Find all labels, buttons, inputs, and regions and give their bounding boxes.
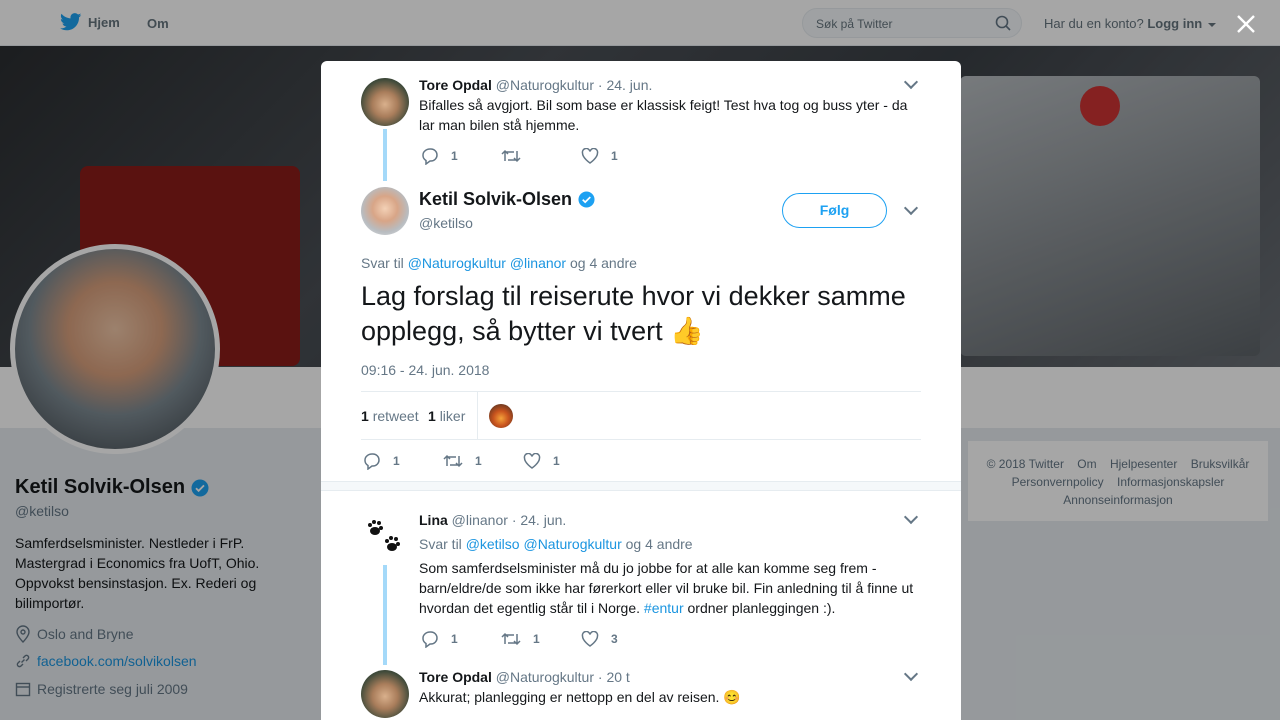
reply-count: 1: [393, 454, 400, 468]
retweet-icon: [501, 632, 521, 646]
tweet-actions: 1 1 1: [363, 452, 560, 470]
author-name[interactable]: Tore Opdal: [419, 669, 492, 685]
retweet-button[interactable]: [501, 148, 581, 164]
retweet-stat[interactable]: 1 retweet: [361, 408, 419, 424]
close-icon[interactable]: [1236, 14, 1256, 34]
retweet-stat-label: retweet: [372, 408, 419, 424]
avatar[interactable]: [361, 78, 409, 126]
like-stat[interactable]: 1 liker: [428, 408, 465, 424]
main-author-handle[interactable]: @ketilso: [419, 215, 473, 231]
retweet-button[interactable]: 1: [501, 631, 581, 647]
reply-button[interactable]: 1: [421, 630, 501, 648]
section-divider: [321, 481, 961, 491]
avatar[interactable]: [361, 513, 409, 561]
tweet-header: Lina @linanor · 24. jun.: [419, 512, 566, 528]
reply-suffix[interactable]: og 4 andre: [570, 255, 637, 271]
reply-button[interactable]: 1: [421, 147, 501, 165]
heart-icon: [581, 148, 599, 164]
author-handle[interactable]: @Naturogkultur: [496, 77, 594, 93]
thread-line: [383, 565, 387, 665]
main-author-name[interactable]: Ketil Solvik-Olsen: [419, 189, 595, 210]
heart-icon: [523, 453, 541, 469]
mention-link[interactable]: @Naturogkultur: [408, 255, 506, 271]
chevron-down-icon[interactable]: [903, 666, 919, 682]
tweet-date[interactable]: · 20 t: [598, 669, 630, 685]
author-name[interactable]: Tore Opdal: [419, 77, 492, 93]
chevron-down-icon[interactable]: [903, 509, 919, 525]
heart-icon: [581, 631, 599, 647]
thread-line: [383, 129, 387, 181]
mention-link[interactable]: @linanor: [510, 255, 566, 271]
reply-icon: [422, 631, 438, 648]
tweet-text: Akkurat; planlegging er nettopp en del a…: [419, 689, 741, 705]
like-button[interactable]: 1: [581, 148, 618, 164]
verified-badge-icon: [578, 191, 595, 208]
reply-context: Svar til @Naturogkultur @linanor og 4 an…: [361, 255, 637, 271]
liker-avatar[interactable]: [489, 404, 513, 428]
retweet-button[interactable]: 1: [443, 453, 523, 469]
like-stat-count: 1: [428, 408, 436, 424]
avatar[interactable]: [361, 187, 409, 235]
retweet-count: 1: [475, 454, 482, 468]
like-stat-label: liker: [439, 408, 466, 424]
main-tweet-timestamp[interactable]: 09:16 - 24. jun. 2018: [361, 362, 489, 378]
divider: [477, 392, 478, 439]
author-handle[interactable]: @linanor: [452, 512, 508, 528]
tweet-header: Tore Opdal @Naturogkultur · 20 t: [419, 669, 630, 685]
reply-suffix[interactable]: og 4 andre: [626, 536, 693, 552]
like-button[interactable]: 1: [523, 453, 560, 469]
main-tweet-text: Lag forslag til reiserute hvor vi dekker…: [361, 281, 906, 346]
retweet-icon: [443, 454, 463, 468]
tweet-text-tail: ordner planleggingen :).: [687, 600, 836, 616]
chevron-down-icon[interactable]: [903, 200, 919, 216]
reply-context: Svar til @ketilso @Naturogkultur og 4 an…: [419, 536, 693, 552]
tweet-actions: 1 1 3: [421, 630, 618, 648]
like-count: 1: [611, 149, 618, 163]
tweet-date[interactable]: · 24. jun.: [512, 512, 566, 528]
reply-prefix: Svar til: [419, 536, 462, 552]
like-count: 1: [553, 454, 560, 468]
reply-prefix: Svar til: [361, 255, 404, 271]
tweet-modal: Tore Opdal @Naturogkultur · 24. jun. Bif…: [321, 61, 961, 720]
tweet-actions: 1 1: [421, 147, 618, 165]
like-count: 3: [611, 632, 618, 646]
follow-button[interactable]: Følg: [782, 193, 887, 228]
tweet-date[interactable]: · 24. jun.: [598, 77, 652, 93]
mention-link[interactable]: @ketilso: [466, 536, 520, 552]
tweet-header: Tore Opdal @Naturogkultur · 24. jun.: [419, 77, 652, 93]
tweet-text: Som samferdselsminister må du jo jobbe f…: [419, 558, 924, 618]
chevron-down-icon[interactable]: [903, 74, 919, 90]
reply-icon: [364, 453, 380, 470]
tweet-stats: 1 retweet 1 liker: [361, 391, 921, 440]
reply-icon: [422, 148, 438, 165]
paw-prints-icon: [368, 520, 400, 551]
reply-button[interactable]: 1: [363, 452, 443, 470]
retweet-icon: [501, 149, 521, 163]
avatar[interactable]: [361, 670, 409, 718]
hashtag-link[interactable]: #entur: [644, 600, 684, 616]
retweet-stat-count: 1: [361, 408, 369, 424]
tweet-text: Bifalles så avgjort. Bil som base er kla…: [419, 97, 908, 133]
like-button[interactable]: 3: [581, 631, 618, 647]
main-author-name-text: Ketil Solvik-Olsen: [419, 189, 573, 209]
reply-count: 1: [451, 632, 458, 646]
mention-link[interactable]: @Naturogkultur: [523, 536, 621, 552]
retweet-count: 1: [533, 632, 540, 646]
reply-count: 1: [451, 149, 458, 163]
author-name[interactable]: Lina: [419, 512, 448, 528]
author-handle[interactable]: @Naturogkultur: [496, 669, 594, 685]
